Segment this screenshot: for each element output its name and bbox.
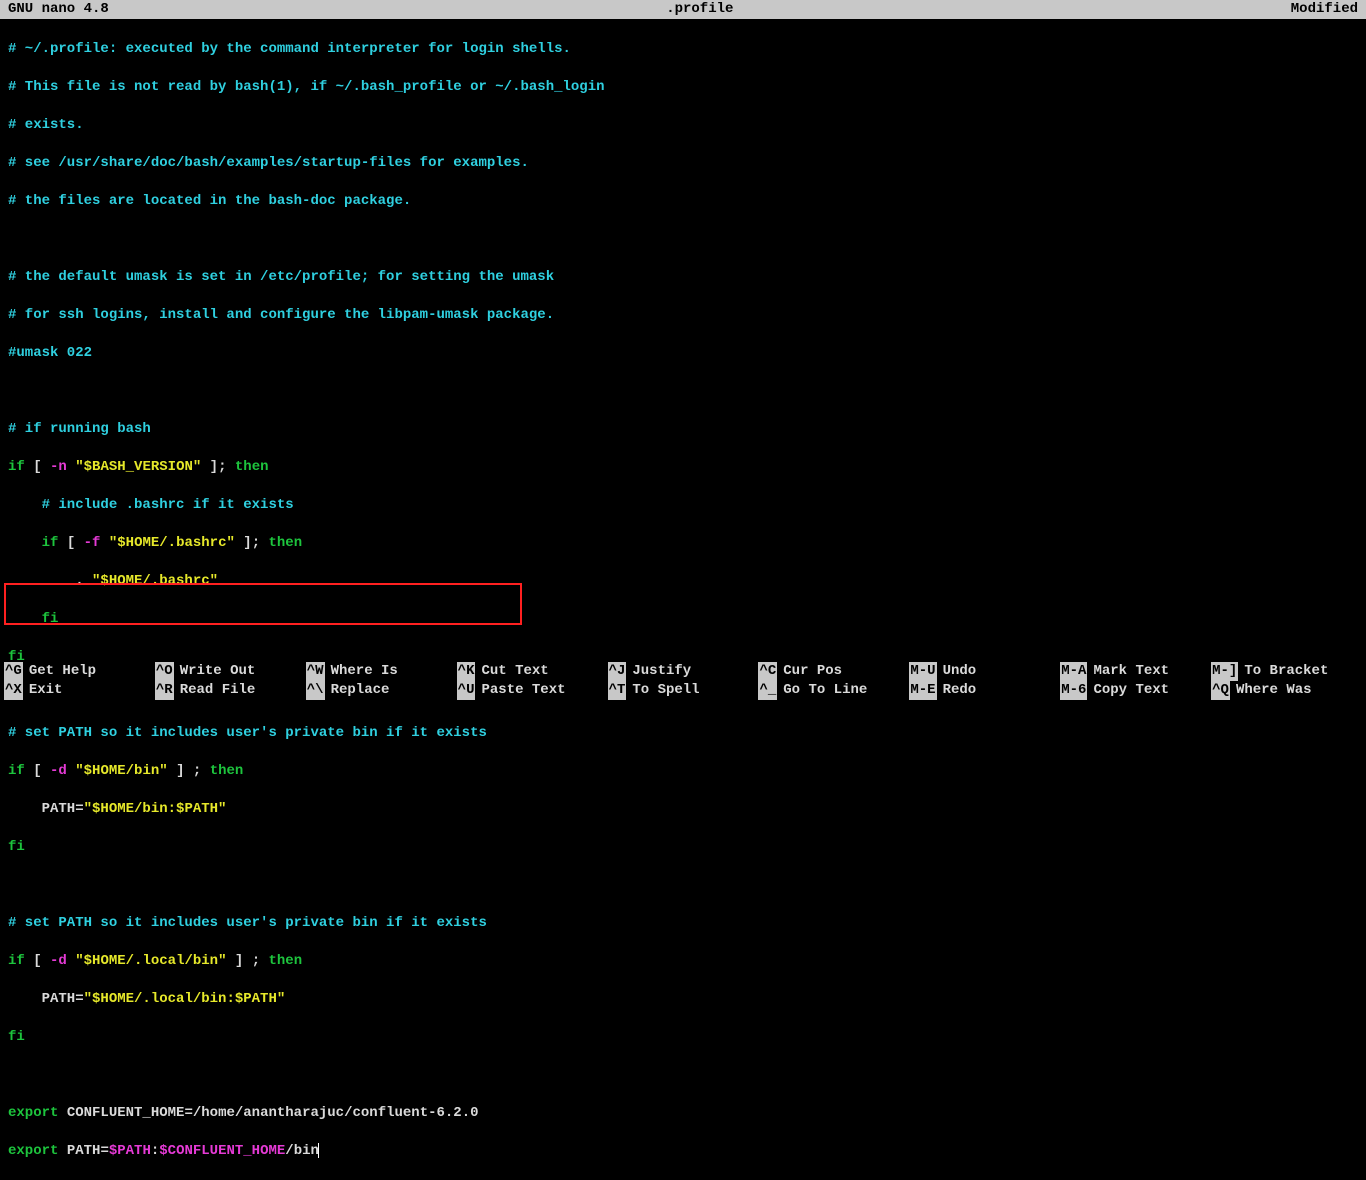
code-line: export CONFLUENT_HOME=/home/anantharajuc… xyxy=(8,1104,1358,1123)
code-line: # if running bash xyxy=(8,420,1358,439)
shortcut-row-1: ^GGet Help ^OWrite Out ^WWhere Is ^KCut … xyxy=(4,662,1362,681)
code-line: # the default umask is set in /etc/profi… xyxy=(8,268,1358,287)
shortcut-undo[interactable]: M-UUndo xyxy=(909,662,1060,681)
shortcut-marktext[interactable]: M-AMark Text xyxy=(1060,662,1211,681)
shortcut-gotoline[interactable]: ^_Go To Line xyxy=(758,681,909,700)
cursor xyxy=(318,1143,319,1158)
code-line: if [ -n "$BASH_VERSION" ]; then xyxy=(8,458,1358,477)
blank-line xyxy=(8,382,1358,401)
code-line: # include .bashrc if it exists xyxy=(8,496,1358,515)
shortcut-tospell[interactable]: ^TTo Spell xyxy=(608,681,759,700)
filename: .profile xyxy=(109,0,1291,19)
code-line: fi xyxy=(8,838,1358,857)
shortcut-whereis[interactable]: ^WWhere Is xyxy=(306,662,457,681)
shortcut-justify[interactable]: ^JJustify xyxy=(608,662,759,681)
editor-name: GNU nano 4.8 xyxy=(8,0,109,19)
code-line: fi xyxy=(8,610,1358,629)
shortcut-redo[interactable]: M-ERedo xyxy=(909,681,1060,700)
shortcut-wherewas[interactable]: ^QWhere Was xyxy=(1211,681,1362,700)
modified-status: Modified xyxy=(1291,0,1358,19)
code-line: # ~/.profile: executed by the command in… xyxy=(8,40,1358,59)
shortcut-writeout[interactable]: ^OWrite Out xyxy=(155,662,306,681)
titlebar: GNU nano 4.8 .profile Modified xyxy=(0,0,1366,19)
shortcut-tobracket[interactable]: M-]To Bracket xyxy=(1211,662,1362,681)
editor-content[interactable]: # ~/.profile: executed by the command in… xyxy=(0,19,1366,1180)
blank-line xyxy=(8,1066,1358,1085)
code-line: if [ -d "$HOME/.local/bin" ] ; then xyxy=(8,952,1358,971)
shortcut-paste[interactable]: ^UPaste Text xyxy=(457,681,608,700)
code-line: # for ssh logins, install and configure … xyxy=(8,306,1358,325)
code-line: # This file is not read by bash(1), if ~… xyxy=(8,78,1358,97)
shortcut-cut[interactable]: ^KCut Text xyxy=(457,662,608,681)
blank-line xyxy=(8,876,1358,895)
code-line: # see /usr/share/doc/bash/examples/start… xyxy=(8,154,1358,173)
shortcut-copytext[interactable]: M-6Copy Text xyxy=(1060,681,1211,700)
code-line: . "$HOME/.bashrc" xyxy=(8,572,1358,591)
code-line: # set PATH so it includes user's private… xyxy=(8,914,1358,933)
shortcut-help[interactable]: ^GGet Help xyxy=(4,662,155,681)
code-line: # set PATH so it includes user's private… xyxy=(8,724,1358,743)
shortcut-readfile[interactable]: ^RRead File xyxy=(155,681,306,700)
code-line: #umask 022 xyxy=(8,344,1358,363)
code-line: PATH="$HOME/.local/bin:$PATH" xyxy=(8,990,1358,1009)
code-line: if [ -d "$HOME/bin" ] ; then xyxy=(8,762,1358,781)
code-line: fi xyxy=(8,1028,1358,1047)
code-line: # the files are located in the bash-doc … xyxy=(8,192,1358,211)
code-line: PATH="$HOME/bin:$PATH" xyxy=(8,800,1358,819)
shortcuts-bar: ^GGet Help ^OWrite Out ^WWhere Is ^KCut … xyxy=(0,662,1366,702)
shortcut-replace[interactable]: ^\Replace xyxy=(306,681,457,700)
shortcut-row-2: ^XExit ^RRead File ^\Replace ^UPaste Tex… xyxy=(4,681,1362,700)
shortcut-exit[interactable]: ^XExit xyxy=(4,681,155,700)
code-line: if [ -f "$HOME/.bashrc" ]; then xyxy=(8,534,1358,553)
shortcut-curpos[interactable]: ^CCur Pos xyxy=(758,662,909,681)
code-line: export PATH=$PATH:$CONFLUENT_HOME/bin xyxy=(8,1142,1358,1161)
blank-line xyxy=(8,230,1358,249)
code-line: # exists. xyxy=(8,116,1358,135)
